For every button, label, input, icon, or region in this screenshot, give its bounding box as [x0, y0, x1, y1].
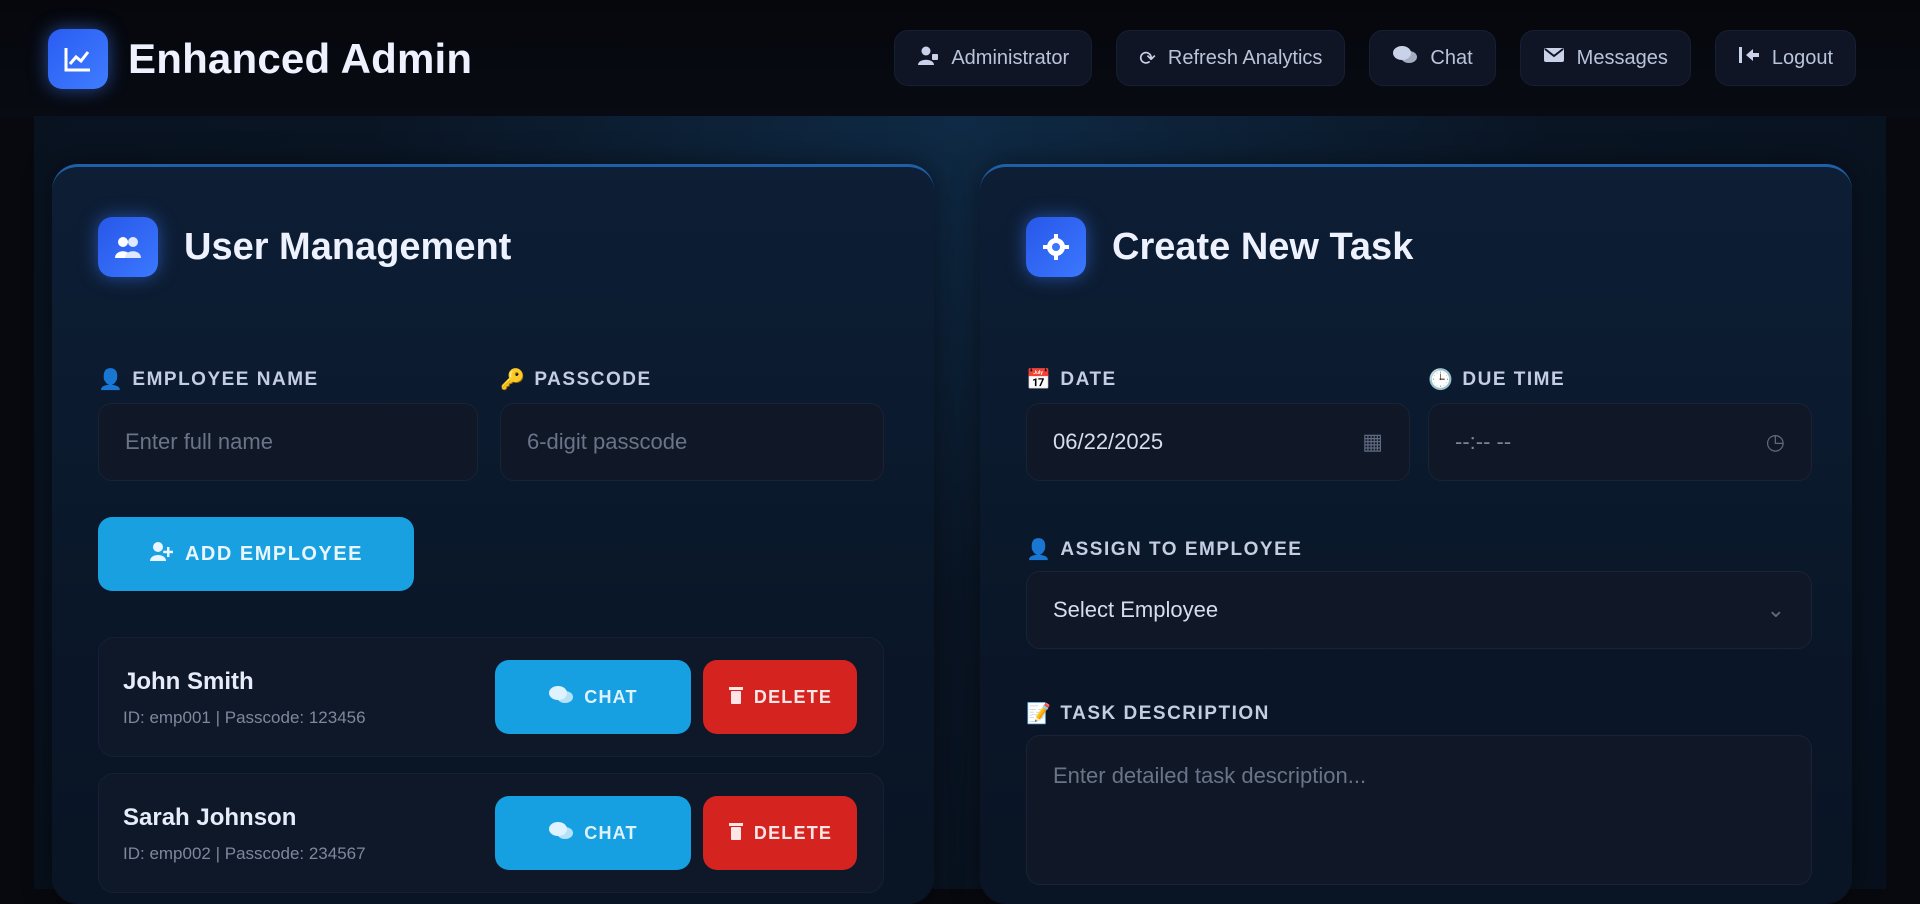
brand: Enhanced Admin: [48, 29, 472, 89]
date-label: 📅 Date: [1026, 367, 1117, 392]
user-management-title: User Management: [184, 225, 512, 268]
due-time-label: 🕒 Due Time: [1428, 367, 1565, 392]
user-management-card: User Management 👤 Employee Name 🔑 Passco…: [52, 164, 934, 904]
delete-button-label: Delete: [753, 686, 833, 707]
mail-icon: [1543, 46, 1565, 70]
passcode-label-text: Passcode: [534, 368, 652, 390]
due-time-input[interactable]: --:-- -- ◷: [1428, 403, 1812, 481]
logout-icon: [1738, 45, 1760, 71]
date-label-text: Date: [1060, 368, 1117, 390]
add-employee-button[interactable]: Add Employee: [98, 517, 414, 591]
date-value: 06/22/2025: [1053, 429, 1164, 454]
employee-name: John Smith: [123, 668, 254, 695]
main-content: User Management 👤 Employee Name 🔑 Passco…: [34, 116, 1886, 904]
logout-label: Logout: [1771, 46, 1833, 69]
add-user-icon: [149, 540, 174, 568]
employee-chat-button[interactable]: Chat: [495, 796, 691, 870]
assign-employee-select[interactable]: Select Employee ⌄: [1026, 571, 1812, 649]
chart-logo-icon: [48, 29, 108, 89]
calendar-picker-icon[interactable]: ▦: [1362, 429, 1383, 455]
trash-icon: [728, 685, 744, 710]
administrator-button[interactable]: Administrator: [894, 30, 1093, 86]
user-icon: 👤: [98, 369, 125, 391]
clock-picker-icon[interactable]: ◷: [1766, 429, 1785, 455]
chat-button[interactable]: Chat: [1369, 30, 1496, 86]
passcode-label: 🔑 Passcode: [500, 367, 652, 392]
clock-icon: 🕒: [1428, 369, 1455, 391]
employee-delete-button[interactable]: Delete: [703, 660, 857, 734]
employee-meta: ID: emp001 | Passcode: 123456: [123, 708, 366, 727]
due-time-label-text: Due Time: [1462, 368, 1566, 390]
messages-button[interactable]: Messages: [1519, 30, 1691, 86]
task-description-input[interactable]: [1026, 735, 1812, 885]
chat-label: Chat: [1430, 46, 1473, 69]
user-icon: 👤: [1026, 539, 1053, 561]
assign-label-text: Assign to Employee: [1060, 538, 1303, 560]
task-description-label-text: Task Description: [1060, 702, 1270, 724]
employee-chat-button[interactable]: Chat: [495, 660, 691, 734]
create-task-header: Create New Task: [1026, 217, 1413, 277]
admin-icon: [917, 44, 939, 72]
chat-icon: [548, 820, 574, 847]
add-employee-label: Add Employee: [184, 542, 364, 565]
create-task-card: Create New Task 📅 Date 06/22/2025 ▦ 🕒 Du…: [980, 164, 1852, 904]
employee-name-input[interactable]: [98, 403, 478, 481]
calendar-icon: 📅: [1026, 369, 1053, 391]
employee-meta: ID: emp002 | Passcode: 234567: [123, 844, 366, 863]
refresh-analytics-label: Refresh Analytics: [1167, 46, 1323, 69]
assign-label: 👤 Assign to Employee: [1026, 537, 1302, 562]
assign-employee-value: Select Employee: [1053, 597, 1219, 622]
users-icon: [98, 217, 158, 277]
delete-button-label: Delete: [753, 822, 833, 843]
key-icon: 🔑: [500, 369, 527, 391]
edit-icon: 📝: [1026, 703, 1053, 725]
employee-name-label: 👤 Employee Name: [98, 367, 319, 392]
employee-row: John Smith ID: emp001 | Passcode: 123456…: [98, 637, 884, 757]
top-bar: Enhanced Admin Administrator ⟳ Refresh A…: [0, 0, 1920, 118]
messages-label: Messages: [1576, 46, 1668, 69]
chevron-down-icon: ⌄: [1766, 597, 1785, 622]
employee-name: Sarah Johnson: [123, 804, 297, 831]
refresh-analytics-button[interactable]: ⟳ Refresh Analytics: [1116, 30, 1346, 86]
user-management-header: User Management: [98, 217, 511, 277]
logout-button[interactable]: Logout: [1714, 30, 1856, 86]
chat-button-label: Chat: [584, 686, 638, 707]
due-time-value: --:-- --: [1455, 429, 1512, 454]
date-input[interactable]: 06/22/2025 ▦: [1026, 403, 1410, 481]
chat-button-label: Chat: [584, 822, 638, 843]
employee-row: Sarah Johnson ID: emp002 | Passcode: 234…: [98, 773, 884, 893]
administrator-label: Administrator: [951, 46, 1070, 69]
task-description-label: 📝 Task Description: [1026, 701, 1270, 726]
create-task-title: Create New Task: [1112, 225, 1414, 268]
chat-icon: [548, 684, 574, 711]
chat-icon: [1392, 44, 1418, 72]
refresh-icon: ⟳: [1139, 47, 1156, 70]
trash-icon: [728, 821, 744, 846]
employee-delete-button[interactable]: Delete: [703, 796, 857, 870]
passcode-input[interactable]: [500, 403, 884, 481]
gear-icon: [1026, 217, 1086, 277]
app-title: Enhanced Admin: [128, 35, 473, 82]
top-nav: Administrator ⟳ Refresh Analytics Chat M…: [894, 30, 1856, 86]
employee-name-label-text: Employee Name: [132, 368, 319, 390]
